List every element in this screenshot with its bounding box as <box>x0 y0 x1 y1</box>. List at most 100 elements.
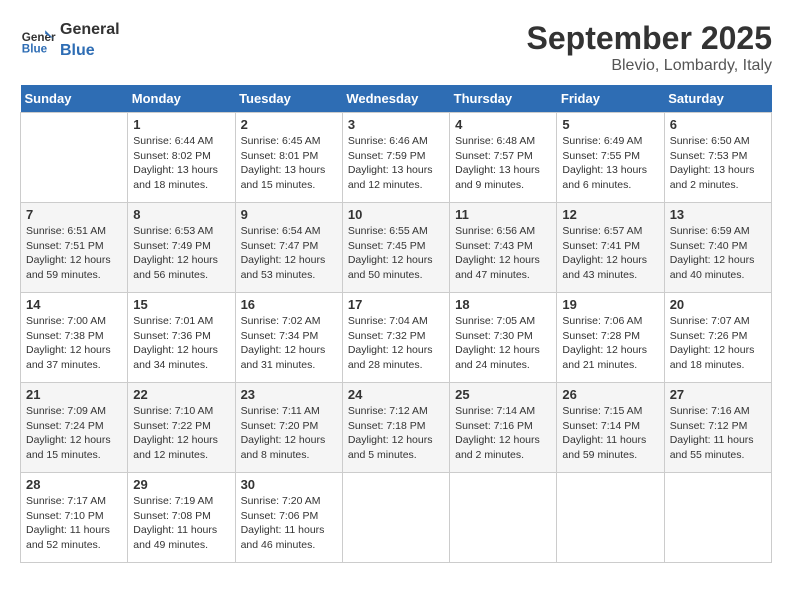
calendar-cell <box>450 473 557 563</box>
calendar-cell: 30 Sunrise: 7:20 AM Sunset: 7:06 PM Dayli… <box>235 473 342 563</box>
day-number: 7 <box>26 207 122 222</box>
day-number: 23 <box>241 387 337 402</box>
weekday-header-row: SundayMondayTuesdayWednesdayThursdayFrid… <box>21 85 772 113</box>
day-info: Sunrise: 6:46 AM Sunset: 7:59 PM Dayligh… <box>348 134 444 193</box>
calendar-cell: 17 Sunrise: 7:04 AM Sunset: 7:32 PM Dayli… <box>342 293 449 383</box>
day-number: 15 <box>133 297 229 312</box>
calendar-cell: 4Sunrise: 6:48 AM Sunset: 7:57 PM Daylig… <box>450 113 557 203</box>
logo-icon: General Blue <box>20 23 56 59</box>
day-number: 16 <box>241 297 337 312</box>
month-title: September 2025 <box>527 20 772 57</box>
calendar-cell: 16Sunrise: 7:02 AM Sunset: 7:34 PM Dayli… <box>235 293 342 383</box>
day-info: Sunrise: 7:07 AM Sunset: 7:26 PM Dayligh… <box>670 314 766 373</box>
day-number: 18 <box>455 297 551 312</box>
location: Blevio, Lombardy, Italy <box>527 57 772 75</box>
day-info: Sunrise: 6:59 AM Sunset: 7:40 PM Dayligh… <box>670 224 766 283</box>
day-info: Sunrise: 7:00 AM Sunset: 7:38 PM Dayligh… <box>26 314 122 373</box>
calendar-cell <box>664 473 771 563</box>
day-number: 11 <box>455 207 551 222</box>
calendar-cell: 20 Sunrise: 7:07 AM Sunset: 7:26 PM Dayli… <box>664 293 771 383</box>
calendar-cell: 2Sunrise: 6:45 AM Sunset: 8:01 PM Daylig… <box>235 113 342 203</box>
calendar-cell: 5 Sunrise: 6:49 AM Sunset: 7:55 PM Daylig… <box>557 113 664 203</box>
day-number: 2 <box>241 117 337 132</box>
day-info: Sunrise: 7:04 AM Sunset: 7:32 PM Dayligh… <box>348 314 444 373</box>
page-header: General Blue General Blue September 2025… <box>20 20 772 75</box>
day-info: Sunrise: 6:49 AM Sunset: 7:55 PM Dayligh… <box>562 134 658 193</box>
calendar-cell: 3 Sunrise: 6:46 AM Sunset: 7:59 PM Daylig… <box>342 113 449 203</box>
calendar-cell: 1 Sunrise: 6:44 AM Sunset: 8:02 PM Daylig… <box>128 113 235 203</box>
day-info: Sunrise: 6:55 AM Sunset: 7:45 PM Dayligh… <box>348 224 444 283</box>
day-number: 22 <box>133 387 229 402</box>
day-info: Sunrise: 7:15 AM Sunset: 7:14 PM Dayligh… <box>562 404 658 463</box>
day-info: Sunrise: 7:12 AM Sunset: 7:18 PM Dayligh… <box>348 404 444 463</box>
day-info: Sunrise: 6:53 AM Sunset: 7:49 PM Dayligh… <box>133 224 229 283</box>
day-info: Sunrise: 6:54 AM Sunset: 7:47 PM Dayligh… <box>241 224 337 283</box>
day-info: Sunrise: 7:11 AM Sunset: 7:20 PM Dayligh… <box>241 404 337 463</box>
logo-line2: Blue <box>60 41 120 62</box>
day-number: 20 <box>670 297 766 312</box>
day-info: Sunrise: 7:05 AM Sunset: 7:30 PM Dayligh… <box>455 314 551 373</box>
day-number: 14 <box>26 297 122 312</box>
day-number: 30 <box>241 477 337 492</box>
calendar-body: 1 Sunrise: 6:44 AM Sunset: 8:02 PM Daylig… <box>21 113 772 563</box>
day-number: 6 <box>670 117 766 132</box>
day-number: 17 <box>348 297 444 312</box>
day-info: Sunrise: 7:17 AM Sunset: 7:10 PM Dayligh… <box>26 494 122 553</box>
calendar-cell: 18 Sunrise: 7:05 AM Sunset: 7:30 PM Dayli… <box>450 293 557 383</box>
logo-line1: General <box>60 20 120 41</box>
calendar-cell: 15 Sunrise: 7:01 AM Sunset: 7:36 PM Dayli… <box>128 293 235 383</box>
calendar-cell: 7Sunrise: 6:51 AM Sunset: 7:51 PM Daylig… <box>21 203 128 293</box>
weekday-tuesday: Tuesday <box>235 85 342 113</box>
day-info: Sunrise: 7:20 AM Sunset: 7:06 PM Dayligh… <box>241 494 337 553</box>
calendar-cell <box>21 113 128 203</box>
calendar-cell: 12 Sunrise: 6:57 AM Sunset: 7:41 PM Dayli… <box>557 203 664 293</box>
calendar-cell: 19 Sunrise: 7:06 AM Sunset: 7:28 PM Dayli… <box>557 293 664 383</box>
day-number: 24 <box>348 387 444 402</box>
calendar-cell <box>557 473 664 563</box>
calendar-cell: 25Sunrise: 7:14 AM Sunset: 7:16 PM Dayli… <box>450 383 557 473</box>
day-number: 29 <box>133 477 229 492</box>
day-info: Sunrise: 7:14 AM Sunset: 7:16 PM Dayligh… <box>455 404 551 463</box>
week-row-2: 14 Sunrise: 7:00 AM Sunset: 7:38 PM Dayli… <box>21 293 772 383</box>
day-info: Sunrise: 6:57 AM Sunset: 7:41 PM Dayligh… <box>562 224 658 283</box>
calendar-cell: 28 Sunrise: 7:17 AM Sunset: 7:10 PM Dayli… <box>21 473 128 563</box>
calendar-cell: 26Sunrise: 7:15 AM Sunset: 7:14 PM Dayli… <box>557 383 664 473</box>
logo: General Blue General Blue <box>20 20 120 62</box>
day-number: 28 <box>26 477 122 492</box>
day-info: Sunrise: 7:01 AM Sunset: 7:36 PM Dayligh… <box>133 314 229 373</box>
weekday-monday: Monday <box>128 85 235 113</box>
day-info: Sunrise: 6:48 AM Sunset: 7:57 PM Dayligh… <box>455 134 551 193</box>
day-number: 13 <box>670 207 766 222</box>
calendar-cell <box>342 473 449 563</box>
day-number: 5 <box>562 117 658 132</box>
day-number: 12 <box>562 207 658 222</box>
calendar-cell: 27Sunrise: 7:16 AM Sunset: 7:12 PM Dayli… <box>664 383 771 473</box>
calendar-cell: 29Sunrise: 7:19 AM Sunset: 7:08 PM Dayli… <box>128 473 235 563</box>
week-row-1: 7Sunrise: 6:51 AM Sunset: 7:51 PM Daylig… <box>21 203 772 293</box>
day-info: Sunrise: 6:44 AM Sunset: 8:02 PM Dayligh… <box>133 134 229 193</box>
day-number: 19 <box>562 297 658 312</box>
calendar-cell: 21 Sunrise: 7:09 AM Sunset: 7:24 PM Dayli… <box>21 383 128 473</box>
day-number: 27 <box>670 387 766 402</box>
weekday-sunday: Sunday <box>21 85 128 113</box>
calendar-cell: 10 Sunrise: 6:55 AM Sunset: 7:45 PM Dayli… <box>342 203 449 293</box>
day-info: Sunrise: 7:06 AM Sunset: 7:28 PM Dayligh… <box>562 314 658 373</box>
calendar-cell: 11Sunrise: 6:56 AM Sunset: 7:43 PM Dayli… <box>450 203 557 293</box>
calendar-table: SundayMondayTuesdayWednesdayThursdayFrid… <box>20 85 772 563</box>
day-info: Sunrise: 7:09 AM Sunset: 7:24 PM Dayligh… <box>26 404 122 463</box>
calendar-cell: 24 Sunrise: 7:12 AM Sunset: 7:18 PM Dayli… <box>342 383 449 473</box>
day-number: 21 <box>26 387 122 402</box>
calendar-cell: 9Sunrise: 6:54 AM Sunset: 7:47 PM Daylig… <box>235 203 342 293</box>
weekday-thursday: Thursday <box>450 85 557 113</box>
day-number: 3 <box>348 117 444 132</box>
day-number: 1 <box>133 117 229 132</box>
day-info: Sunrise: 7:10 AM Sunset: 7:22 PM Dayligh… <box>133 404 229 463</box>
weekday-saturday: Saturday <box>664 85 771 113</box>
calendar-cell: 14 Sunrise: 7:00 AM Sunset: 7:38 PM Dayli… <box>21 293 128 383</box>
calendar-cell: 22 Sunrise: 7:10 AM Sunset: 7:22 PM Dayli… <box>128 383 235 473</box>
calendar-cell: 6 Sunrise: 6:50 AM Sunset: 7:53 PM Daylig… <box>664 113 771 203</box>
day-info: Sunrise: 6:50 AM Sunset: 7:53 PM Dayligh… <box>670 134 766 193</box>
day-number: 10 <box>348 207 444 222</box>
day-number: 8 <box>133 207 229 222</box>
calendar-cell: 13 Sunrise: 6:59 AM Sunset: 7:40 PM Dayli… <box>664 203 771 293</box>
